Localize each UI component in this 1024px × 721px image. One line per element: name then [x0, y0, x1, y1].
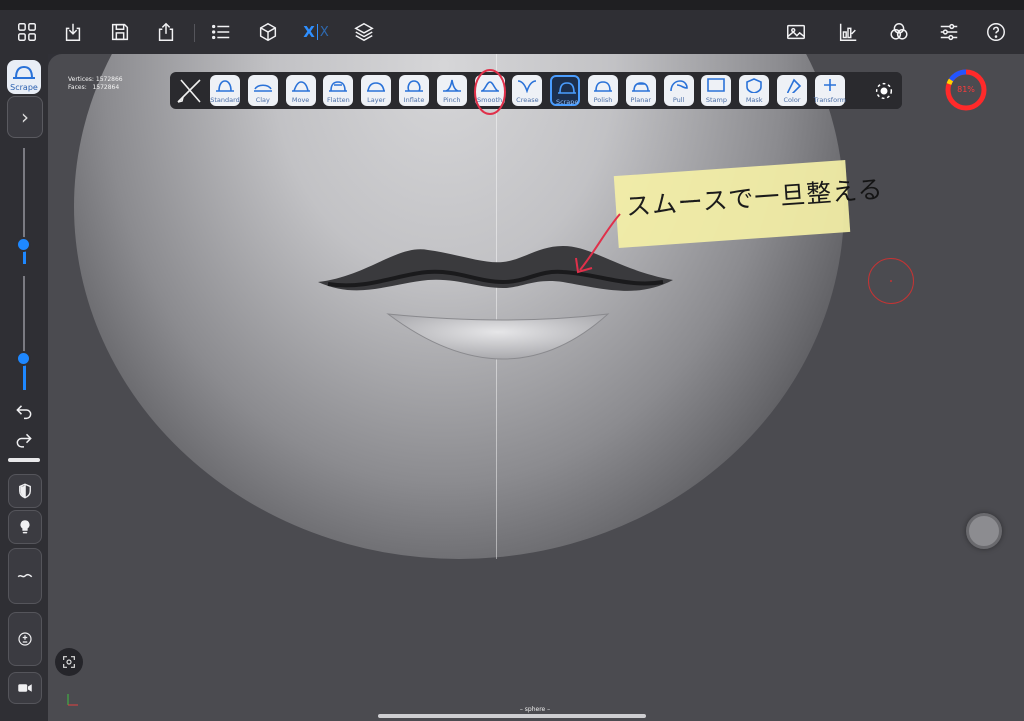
tool-icon: [518, 80, 537, 93]
redo-icon[interactable]: [9, 429, 39, 453]
tool-label: Mask: [745, 96, 763, 104]
bulb-icon[interactable]: [8, 510, 42, 544]
tool-pinch[interactable]: Pinch: [436, 75, 467, 106]
tool-mask[interactable]: Mask: [739, 75, 770, 106]
sculpt-tool-strip: Standard Clay Move Flatten Layer Inflate Pinch…: [170, 72, 902, 109]
tool-label: Standard: [210, 96, 240, 104]
undo-icon[interactable]: [9, 398, 39, 422]
tool-stamp[interactable]: Stamp: [701, 75, 732, 106]
tool-icon: [594, 81, 612, 92]
tool-icon: [291, 81, 310, 92]
radius-slider-knob[interactable]: [16, 237, 31, 252]
status-bar: [0, 0, 1024, 10]
active-tool-button[interactable]: Scrape: [7, 60, 41, 94]
tool-icon: [253, 84, 272, 92]
import-icon[interactable]: [59, 18, 87, 46]
mesh-info: Vertices: 1572866 Faces: 1572864: [68, 76, 123, 92]
top-toolbar: X X: [0, 10, 1024, 54]
tool-label: Scrape: [555, 98, 579, 106]
tool-planar[interactable]: Planar: [625, 75, 656, 106]
gauge-text: 81%: [957, 85, 975, 94]
chevron-right-icon[interactable]: ›: [7, 96, 43, 138]
3d-viewport[interactable]: [48, 54, 1024, 721]
faces-label: Faces:: [68, 84, 87, 91]
stroke-icon[interactable]: [8, 548, 42, 604]
tool-icon: [558, 82, 577, 94]
tool-pull[interactable]: Pull: [663, 75, 694, 106]
floating-action-button[interactable]: [966, 513, 1002, 549]
tool-label: Planar: [630, 96, 652, 104]
tool-inflate[interactable]: Inflate: [399, 75, 429, 106]
tool-clay[interactable]: Clay: [247, 75, 278, 106]
tool-polish[interactable]: Polish: [588, 75, 618, 106]
tool-icon: [786, 78, 802, 93]
sliders-icon[interactable]: [935, 18, 963, 46]
annotation-text: スムースで一旦整える: [624, 174, 885, 222]
camera-icon[interactable]: [8, 672, 42, 704]
save-icon[interactable]: [106, 18, 134, 46]
chart-icon[interactable]: [834, 18, 862, 46]
lips-sculpt: [318, 246, 673, 360]
tool-icon: [669, 80, 688, 92]
tool-label: Crease: [516, 96, 539, 104]
tool-icon: [707, 78, 726, 92]
tool-icon: [367, 82, 386, 92]
tool-transform[interactable]: Transform: [814, 75, 846, 106]
frame-view-icon[interactable]: [55, 648, 83, 676]
tool-label: Polish: [593, 96, 613, 104]
brush-cursor: [868, 258, 914, 304]
cube-icon[interactable]: [254, 18, 282, 46]
home-indicator: [378, 714, 646, 718]
tool-label: Inflate: [403, 96, 425, 104]
tool-label: Transform: [813, 96, 846, 104]
tool-crease[interactable]: Crease: [512, 75, 543, 106]
tool-move[interactable]: Move: [285, 75, 316, 106]
tool-settings-icon[interactable]: [866, 72, 902, 109]
mesh-name: – sphere –: [519, 706, 551, 713]
tool-label: Move: [291, 96, 310, 104]
tool-icon: [823, 79, 836, 91]
tool-label: Color: [783, 96, 801, 104]
tool-icon: [405, 80, 423, 92]
intensity-slider-knob[interactable]: [16, 351, 31, 366]
tool-label: Pull: [672, 96, 685, 104]
separator-bar: [8, 458, 40, 462]
color-circles-icon[interactable]: [885, 18, 913, 46]
tool-scrape[interactable]: Scrape: [550, 75, 581, 106]
help-icon[interactable]: [982, 18, 1010, 46]
vertices-count: 1572866: [95, 76, 123, 83]
tool-icon: [216, 80, 234, 92]
symmetry-label: X: [303, 23, 315, 41]
tool-icon: [329, 81, 348, 92]
tool-flatten[interactable]: Flatten: [323, 75, 354, 106]
plus-minus-icon[interactable]: [8, 612, 42, 666]
layers-icon[interactable]: [350, 18, 378, 46]
tool-icon: [442, 79, 461, 92]
symmetry-icon[interactable]: X X: [302, 18, 330, 46]
tool-layer[interactable]: Layer: [361, 75, 392, 106]
active-tool-label: Scrape: [10, 83, 38, 92]
tool-label: Flatten: [327, 96, 350, 104]
tool-icon: [746, 78, 762, 93]
vertices-label: Vertices:: [68, 76, 94, 83]
faces-count: 1572864: [92, 84, 120, 91]
close-tools-icon[interactable]: [173, 75, 205, 107]
annotation-arrow: [575, 213, 621, 274]
tool-label: Stamp: [705, 96, 727, 104]
axis-gizmo: [67, 694, 78, 706]
grid-icon[interactable]: [13, 18, 41, 46]
tool-label: Clay: [255, 96, 270, 104]
image-icon[interactable]: [782, 18, 810, 46]
share-icon[interactable]: [152, 18, 180, 46]
tool-label: Layer: [367, 96, 386, 104]
toolbar-divider: [194, 24, 195, 42]
annotation-circle: [474, 69, 506, 115]
shield-icon[interactable]: [8, 474, 42, 508]
tool-color[interactable]: Color: [777, 75, 807, 106]
tool-standard[interactable]: Standard: [210, 75, 240, 106]
list-icon[interactable]: [207, 18, 235, 46]
tool-icon: [631, 82, 650, 92]
tool-label: Pinch: [443, 96, 461, 104]
